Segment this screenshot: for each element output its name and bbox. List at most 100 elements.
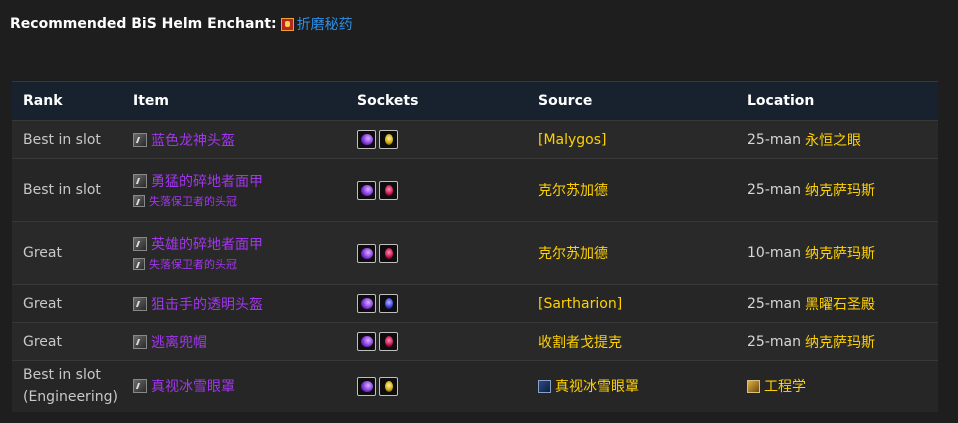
enchant-link[interactable]: 折磨秘药 [280,14,353,34]
sockets-cell [346,360,527,412]
source-link[interactable]: 收割者戈提克 [538,332,736,352]
red-socket-icon [379,243,398,263]
location: 10-man 纳克萨玛斯 [747,243,938,263]
item-cell: 真视冰雪眼罩 [122,360,346,412]
socket-list [357,294,527,313]
item-link[interactable]: 真视冰雪眼罩 [133,376,346,396]
rank-label: Best in slot [23,182,101,198]
item-cell: 英雄的碎地者面甲失落保卫者的头冠 [122,221,346,285]
column-header-item: Item [122,81,346,121]
location: 25-man 纳克萨玛斯 [747,180,938,200]
column-header-source: Source [527,81,736,121]
location-cell: 工程学 [736,360,938,412]
source-cell: [Malygos] [527,120,736,159]
helm-icon [133,132,147,147]
sockets-cell [346,158,527,222]
zone-link[interactable]: 纳克萨玛斯 [805,180,875,200]
rank-cell: Best in slot (Engineering) [12,360,122,412]
table-row: Best in slot 勇猛的碎地者面甲失落保卫者的头冠 克尔苏加德 25-man 纳… [12,158,938,222]
table-header-row: Rank Item Sockets Source Location [12,81,938,121]
rank-label: Great [23,245,62,261]
rank-label: Great [23,295,62,312]
raid-size: 25-man [747,131,801,148]
location: 工程学 [747,376,938,396]
column-header-rank: Rank [12,81,122,121]
rank-cell: Great [12,284,122,323]
source-link[interactable]: [Malygos] [538,132,736,148]
column-header-location: Location [736,81,938,121]
socket-list [357,130,527,149]
item-link[interactable]: 勇猛的碎地者面甲 [133,171,346,191]
source-cell: 真视冰雪眼罩 [527,360,736,412]
helm-icon [133,237,147,251]
red-socket-icon [379,332,398,351]
item-link[interactable]: 失落保卫者的头冠 [133,256,346,272]
item-cell: 勇猛的碎地者面甲失落保卫者的头冠 [122,158,346,222]
source-name: [Malygos] [538,131,607,148]
meta-socket-icon [357,243,376,263]
zone-link[interactable]: 黑曜石圣殿 [805,294,875,314]
rank-cell: Great [12,322,122,361]
location-cell: 10-man 纳克萨玛斯 [736,221,938,285]
enchant-scroll-icon [280,17,294,31]
location-cell: 25-man 纳克萨玛斯 [736,322,938,361]
table-row: Great 逃离兜帽 收割者戈提克 25-man 纳克萨玛斯 [12,322,938,361]
rank-cell: Best in slot [12,158,122,222]
meta-socket-icon [357,332,376,351]
location-cell: 25-man 永恒之眼 [736,120,938,159]
item-link[interactable]: 逃离兜帽 [133,332,346,352]
meta-socket-icon [357,130,376,149]
source-cell: [Sartharion] [527,284,736,323]
helm-icon [133,379,147,394]
source-name: 收割者戈提克 [538,334,622,351]
item-name: 狙击手的透明头盔 [151,296,263,313]
helm-icon [133,296,147,311]
item-link[interactable]: 狙击手的透明头盔 [133,294,346,314]
item-link[interactable]: 英雄的碎地者面甲 [133,234,346,254]
yellow-socket-icon [379,130,398,149]
meta-socket-icon [357,180,376,200]
engineering-icon [747,379,760,393]
item-name: 英雄的碎地者面甲 [151,237,263,253]
sockets-cell [346,322,527,361]
source-link[interactable]: 克尔苏加德 [538,243,736,263]
table-row: Great 英雄的碎地者面甲失落保卫者的头冠 克尔苏加德 10-man 纳克萨玛斯 [12,221,938,285]
item-cell: 蓝色龙神头盔 [122,120,346,159]
item-cell: 逃离兜帽 [122,322,346,361]
item-name: 逃离兜帽 [151,334,207,351]
zone-link[interactable]: 纳克萨玛斯 [805,332,875,352]
enchant-name: 折磨秘药 [296,17,353,33]
source-link[interactable]: [Sartharion] [538,296,736,312]
table-row: Best in slot 蓝色龙神头盔 [Malygos] 25-man 永恒之眼 [12,120,938,159]
meta-socket-icon [357,294,376,313]
item-link[interactable]: 蓝色龙神头盔 [133,130,346,150]
zone-link[interactable]: 工程学 [764,376,806,396]
source-name: [Sartharion] [538,295,623,312]
raid-size: 25-man [747,333,801,350]
location-cell: 25-man 纳克萨玛斯 [736,158,938,222]
source-link[interactable]: 克尔苏加德 [538,180,736,200]
goggles-icon [538,379,551,393]
item-name: 蓝色龙神头盔 [151,132,235,149]
rank-label: Best in slot [23,131,101,148]
red-socket-icon [379,180,398,200]
sockets-cell [346,221,527,285]
location: 25-man 黑曜石圣殿 [747,294,938,314]
zone-link[interactable]: 纳克萨玛斯 [805,243,875,263]
blue-socket-icon [379,294,398,313]
token-icon [133,258,145,270]
socket-list [357,243,527,263]
raid-size: 10-man [747,245,801,261]
socket-list [357,332,527,351]
table-row: Great 狙击手的透明头盔 [Sartharion] 25-man 黑曜石圣殿 [12,284,938,323]
item-link[interactable]: 失落保卫者的头冠 [133,193,346,209]
meta-socket-icon [357,376,376,396]
zone-link[interactable]: 永恒之眼 [805,130,861,150]
location: 25-man 纳克萨玛斯 [747,332,938,352]
rank-label: Great [23,333,62,350]
source-cell: 收割者戈提克 [527,322,736,361]
source-name: 真视冰雪眼罩 [555,379,639,396]
sockets-cell [346,120,527,159]
item-cell: 狙击手的透明头盔 [122,284,346,323]
source-link[interactable]: 真视冰雪眼罩 [538,376,736,396]
